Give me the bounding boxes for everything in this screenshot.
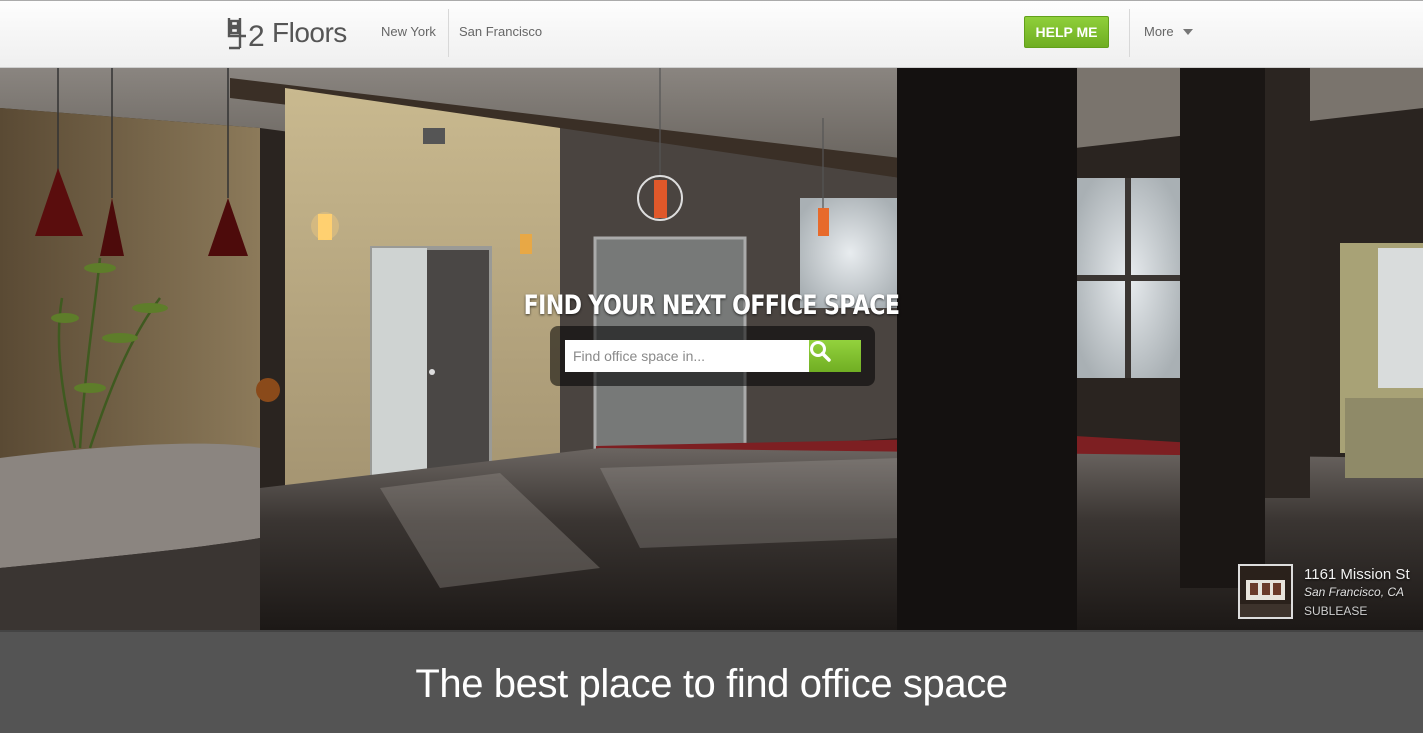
tagline-band: The best place to find office space (0, 630, 1423, 733)
help-me-button[interactable]: HELP ME (1024, 16, 1109, 48)
svg-text:2: 2 (248, 20, 265, 50)
logo-mark-icon: 2 (226, 16, 274, 53)
logo[interactable]: 2 Floors (226, 15, 347, 53)
hero-banner: FIND YOUR NEXT OFFICE SPACE 1161 Missi (0, 68, 1423, 630)
nav-divider (448, 9, 449, 57)
featured-listing[interactable]: 1161 Mission St San Francisco, CA SUBLEA… (1238, 564, 1423, 620)
more-label: More (1144, 24, 1174, 39)
site-header: 2 Floors New York San Francisco HELP ME … (0, 0, 1423, 68)
search-button[interactable] (809, 340, 861, 372)
listing-thumbnail (1238, 564, 1293, 619)
chevron-down-icon (1182, 28, 1193, 35)
nav-new-york[interactable]: New York (381, 24, 436, 39)
search-input[interactable] (565, 340, 809, 372)
more-divider (1129, 9, 1130, 57)
listing-type: SUBLEASE (1304, 604, 1368, 618)
nav-san-francisco[interactable]: San Francisco (459, 24, 542, 39)
listing-address: 1161 Mission St (1304, 566, 1410, 583)
listing-city: San Francisco, CA (1304, 585, 1405, 599)
hero-title: FIND YOUR NEXT OFFICE SPACE (523, 290, 900, 321)
tagline: The best place to find office space (415, 662, 1008, 706)
logo-text: Floors (272, 17, 347, 48)
search-panel (550, 326, 875, 386)
more-menu[interactable]: More (1144, 24, 1193, 39)
